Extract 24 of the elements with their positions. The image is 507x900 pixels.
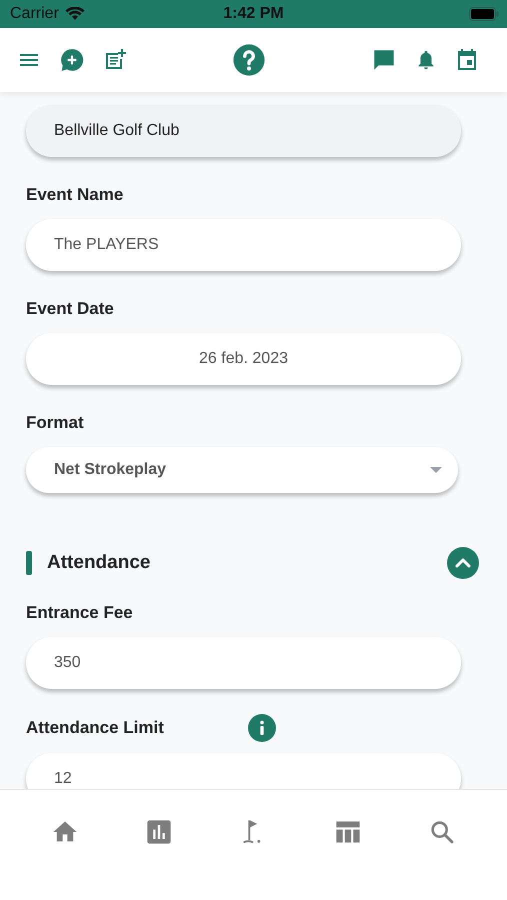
- field-label: Entrance Fee: [26, 603, 133, 623]
- field-label: Event Date: [26, 299, 114, 319]
- note-add-icon[interactable]: [103, 48, 127, 72]
- battery-icon: [469, 7, 499, 21]
- section-marker: [26, 551, 32, 575]
- field-label: Attendance Limit: [26, 718, 164, 738]
- format-dropdown[interactable]: Net Strokeplay: [26, 447, 458, 493]
- status-time: 1:42 PM: [222, 5, 285, 23]
- input-field[interactable]: The PLAYERS: [26, 219, 461, 271]
- field-label: Format: [26, 413, 84, 433]
- caret-icon: [430, 467, 442, 473]
- info-icon[interactable]: [248, 714, 276, 742]
- collapse-icon[interactable]: [447, 547, 479, 579]
- input-field[interactable]: 12: [26, 753, 461, 789]
- section-title: Attendance: [47, 552, 152, 574]
- field-label: Event Name: [26, 185, 124, 205]
- carrier-name: Carrier: [10, 5, 59, 23]
- chart-icon[interactable]: [145, 818, 174, 846]
- input-field[interactable]: 350: [26, 637, 461, 689]
- help-icon[interactable]: [232, 43, 266, 77]
- wifi-icon: [64, 7, 85, 21]
- date-field[interactable]: 26 feb. 2023: [26, 333, 461, 385]
- chat-add-icon[interactable]: [59, 47, 85, 73]
- calendar-icon[interactable]: [455, 48, 479, 72]
